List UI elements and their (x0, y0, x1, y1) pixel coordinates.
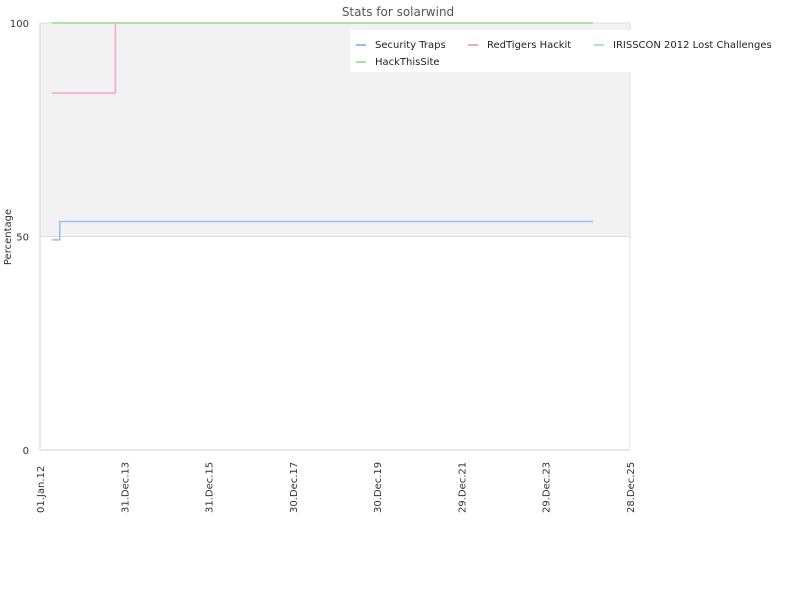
x-tick-label: 28.Dec.25 (626, 462, 637, 513)
legend-label: IRISSCON 2012 Lost Challenges (613, 40, 772, 51)
x-tick-label: 31.Dec.13 (120, 462, 131, 513)
x-tick-label: 31.Dec.15 (205, 462, 216, 513)
x-axis-ticks: 01.Jan.12 31.Dec.13 31.Dec.15 30.Dec.17 30.D… (36, 462, 637, 513)
chart-title: Stats for solarwind (342, 5, 454, 19)
x-tick-label: 29.Dec.23 (542, 462, 553, 513)
legend-label: RedTigers Hackit (487, 40, 571, 51)
legend: Security Traps RedTigers Hackit IRISSCON 2… (350, 30, 790, 72)
y-tick-label: 0 (23, 446, 29, 457)
x-tick-label: 01.Jan.12 (36, 466, 47, 513)
x-tick-label: 30.Dec.19 (373, 462, 384, 513)
chart: Stats for solarwind 0 50 100 01.Jan.12 31.D… (3, 5, 790, 513)
y-tick-label: 100 (10, 19, 29, 30)
y-tick-label: 50 (16, 233, 29, 244)
legend-label: Security Traps (375, 40, 446, 51)
x-tick-label: 29.Dec.21 (457, 462, 468, 513)
legend-label: HackThisSite (375, 57, 440, 68)
x-tick-label: 30.Dec.17 (289, 462, 300, 513)
y-axis-label: Percentage (3, 209, 14, 265)
